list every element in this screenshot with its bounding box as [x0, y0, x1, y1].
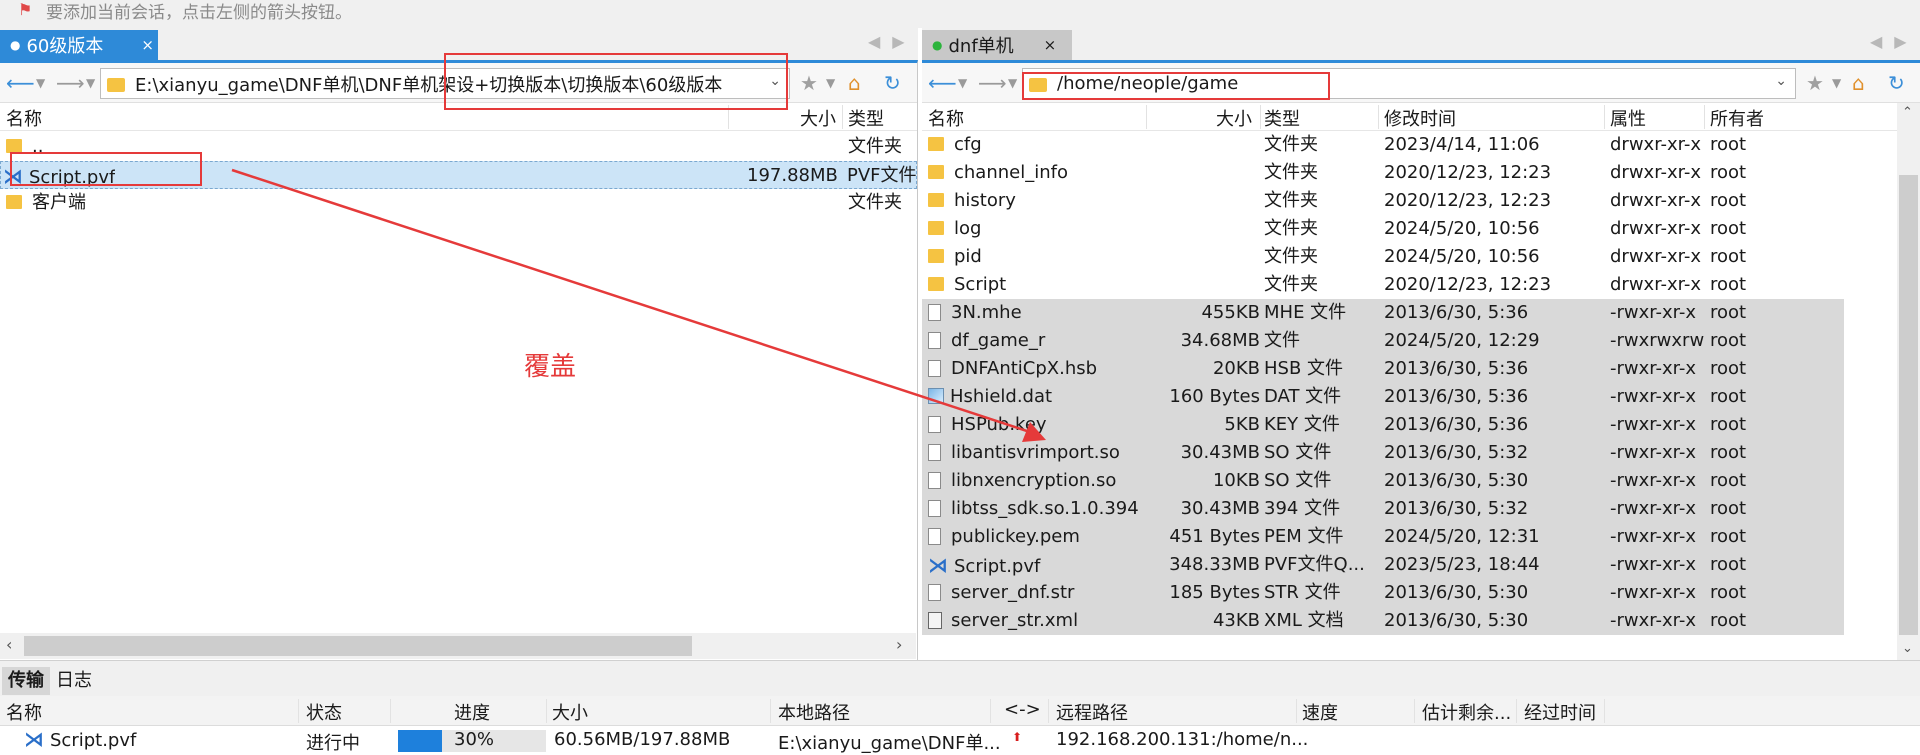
- column-separator[interactable]: [1516, 699, 1517, 723]
- column-separator[interactable]: [1414, 699, 1415, 723]
- column-header-direction[interactable]: <->: [1004, 699, 1041, 723]
- column-separator[interactable]: [298, 699, 299, 723]
- column-separator[interactable]: [546, 699, 547, 723]
- bottom-panel-tabs: 传输 日志: [0, 660, 1920, 696]
- tab-transfer[interactable]: 传输: [2, 667, 50, 695]
- column-header-size[interactable]: 大小: [552, 699, 588, 724]
- column-separator[interactable]: [390, 699, 391, 723]
- transfer-row[interactable]: ⋊ Script.pvf 进行中 30% 60.56MB/197.88MB E:\…: [0, 726, 1920, 755]
- arrow-head-icon: [1022, 422, 1046, 442]
- column-header-eta[interactable]: 估计剩余...: [1422, 699, 1511, 724]
- transfer-status: 进行中: [306, 733, 360, 754]
- progress-bar-fill: [398, 730, 443, 752]
- column-header-name[interactable]: 名称: [6, 699, 42, 724]
- column-header-status[interactable]: 状态: [306, 699, 342, 724]
- column-header-remote-path[interactable]: 远程路径: [1056, 699, 1128, 724]
- column-separator[interactable]: [770, 699, 771, 723]
- transfer-list-header: 名称 状态 进度 大小 本地路径 <-> 远程路径 速度 估计剩余... 经过时…: [0, 696, 1920, 726]
- transfer-name-cell: ⋊ Script.pvf: [24, 727, 137, 751]
- column-separator[interactable]: [1296, 699, 1297, 723]
- column-separator[interactable]: [990, 699, 991, 723]
- annotation-arrow: [231, 168, 1046, 442]
- column-separator[interactable]: [1048, 699, 1049, 723]
- progress-label: 30%: [454, 729, 495, 750]
- progress-bar: 30%: [398, 729, 546, 752]
- transfer-remote-path: 192.168.200.131:/home/n...: [1056, 729, 1309, 750]
- vscode-icon: ⋊: [24, 727, 44, 751]
- tab-log[interactable]: 日志: [50, 667, 98, 695]
- column-separator[interactable]: [1604, 699, 1605, 723]
- transfer-size: 60.56MB/197.88MB: [554, 729, 731, 750]
- column-header-speed[interactable]: 速度: [1302, 699, 1338, 724]
- column-header-progress[interactable]: 进度: [454, 699, 490, 724]
- arrow-line: [231, 168, 1031, 434]
- upload-arrow-icon: ⬆: [1012, 730, 1023, 744]
- column-header-elapsed[interactable]: 经过时间: [1524, 699, 1596, 724]
- column-header-local-path[interactable]: 本地路径: [778, 699, 850, 724]
- transfer-local-path: E:\xianyu_game\DNF单...: [778, 733, 1001, 754]
